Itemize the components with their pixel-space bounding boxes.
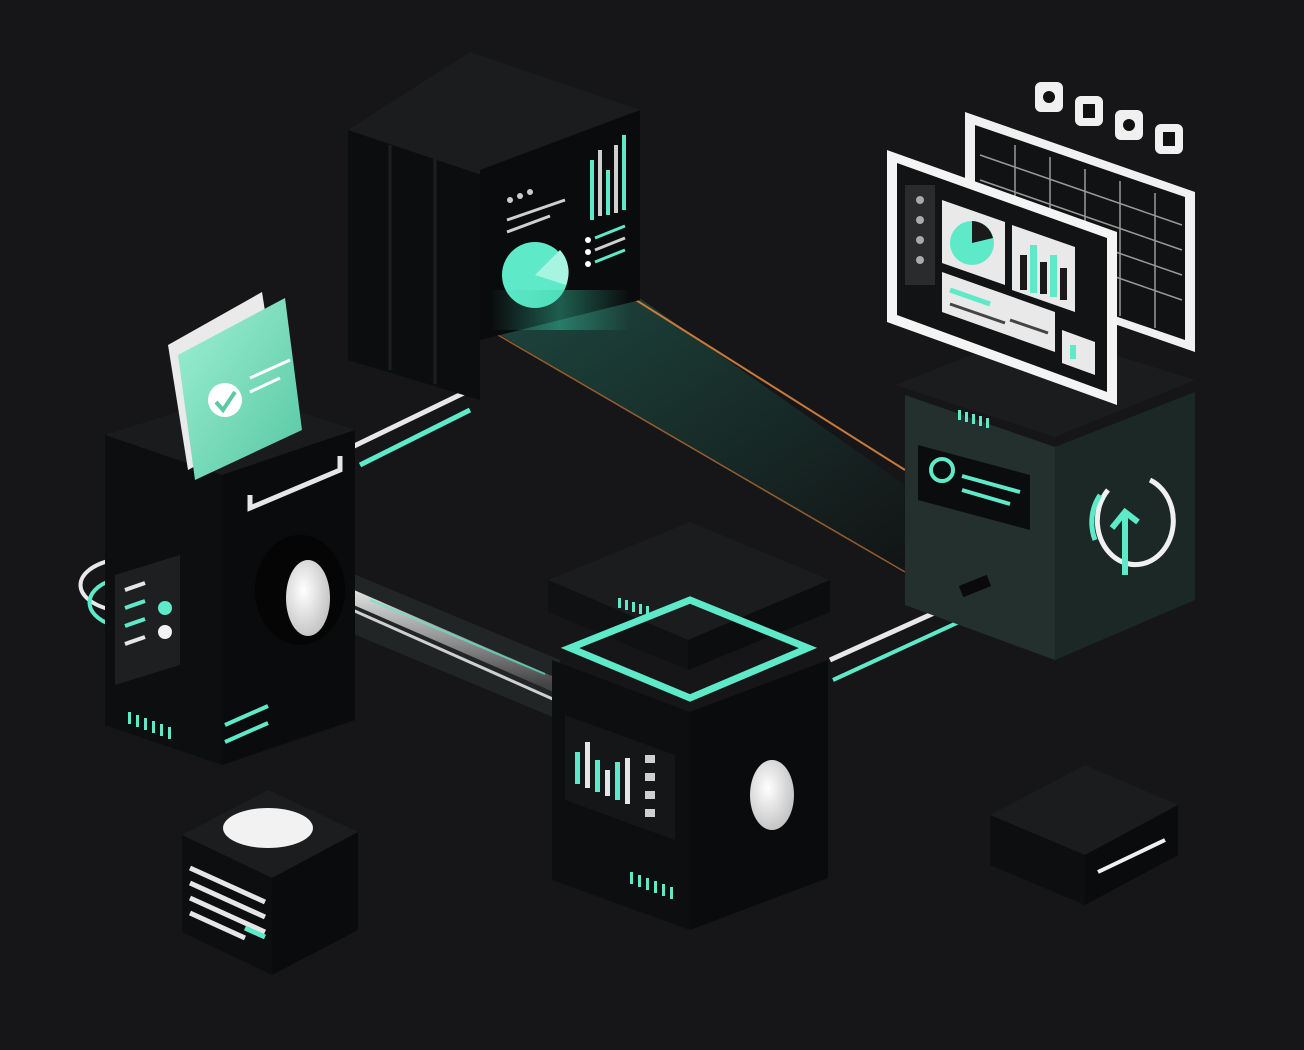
legend-glyph <box>645 809 655 817</box>
legend-glyph <box>645 755 655 763</box>
bar <box>590 160 594 220</box>
bar <box>605 770 610 796</box>
vent-slot <box>168 727 171 739</box>
bar <box>1060 268 1067 300</box>
vent-slot <box>646 878 649 890</box>
vent-slot <box>979 416 982 426</box>
bar <box>575 752 580 784</box>
bar <box>622 135 626 210</box>
vent-slot <box>965 412 968 422</box>
bar <box>625 758 630 804</box>
window-dot <box>517 193 523 199</box>
bottom-server <box>548 522 830 930</box>
right-device-left-face <box>905 395 1055 660</box>
app-tile-glyph <box>1123 119 1135 131</box>
sidebar-dot <box>916 196 924 204</box>
bar <box>598 150 602 216</box>
isometric-server-illustration <box>78 52 1195 975</box>
left-server-panel <box>115 555 180 685</box>
bar <box>615 762 620 800</box>
legend-dot <box>585 237 591 243</box>
flat-box <box>990 765 1178 905</box>
tube-disc <box>286 560 330 636</box>
belt-outlet-glow <box>490 290 630 330</box>
mini-card-bar <box>1070 345 1076 359</box>
vent-slot <box>160 724 163 736</box>
app-tile-row <box>1035 82 1183 154</box>
sidebar-dot <box>916 216 924 224</box>
vent-slot <box>639 604 642 614</box>
vent-slot <box>654 881 657 893</box>
right-device <box>895 330 1195 660</box>
bar <box>1030 245 1037 293</box>
vent-slot <box>958 410 961 420</box>
small-cube <box>182 790 358 975</box>
vent-slot <box>632 602 635 612</box>
status-led <box>158 625 172 639</box>
top-server-left-face <box>348 130 480 400</box>
side-disc <box>750 760 794 830</box>
bar <box>585 742 590 788</box>
sidebar-dot <box>916 256 924 264</box>
bar <box>606 170 610 215</box>
vent-slot <box>972 414 975 424</box>
window-dot <box>507 197 513 203</box>
bar <box>1050 255 1057 297</box>
small-cube-disc <box>223 808 313 848</box>
window-dot <box>527 189 533 195</box>
vent-slot <box>670 887 673 899</box>
vent-slot <box>128 712 131 724</box>
vent-slot <box>625 600 628 610</box>
legend-glyph <box>645 791 655 799</box>
app-tile-glyph <box>1163 132 1175 146</box>
legend-dot <box>585 249 591 255</box>
bar <box>1040 262 1047 294</box>
sidebar-dot <box>916 236 924 244</box>
panel-frame <box>115 555 180 685</box>
vent-slot <box>152 721 155 733</box>
left-server <box>105 292 355 765</box>
legend-dot <box>585 261 591 267</box>
vent-slot <box>638 875 641 887</box>
app-tile-glyph <box>1083 104 1095 118</box>
bar <box>614 145 618 213</box>
vent-slot <box>144 718 147 730</box>
check-icon <box>208 383 242 417</box>
vent-slot <box>618 598 621 608</box>
vent-slot <box>986 418 989 428</box>
vent-slot <box>630 872 633 884</box>
bar <box>595 760 600 792</box>
legend-glyph <box>645 773 655 781</box>
app-tile-glyph <box>1043 91 1055 103</box>
bar <box>1020 255 1027 290</box>
status-led <box>158 601 172 615</box>
vent-slot <box>136 715 139 727</box>
vent-slot <box>662 884 665 896</box>
